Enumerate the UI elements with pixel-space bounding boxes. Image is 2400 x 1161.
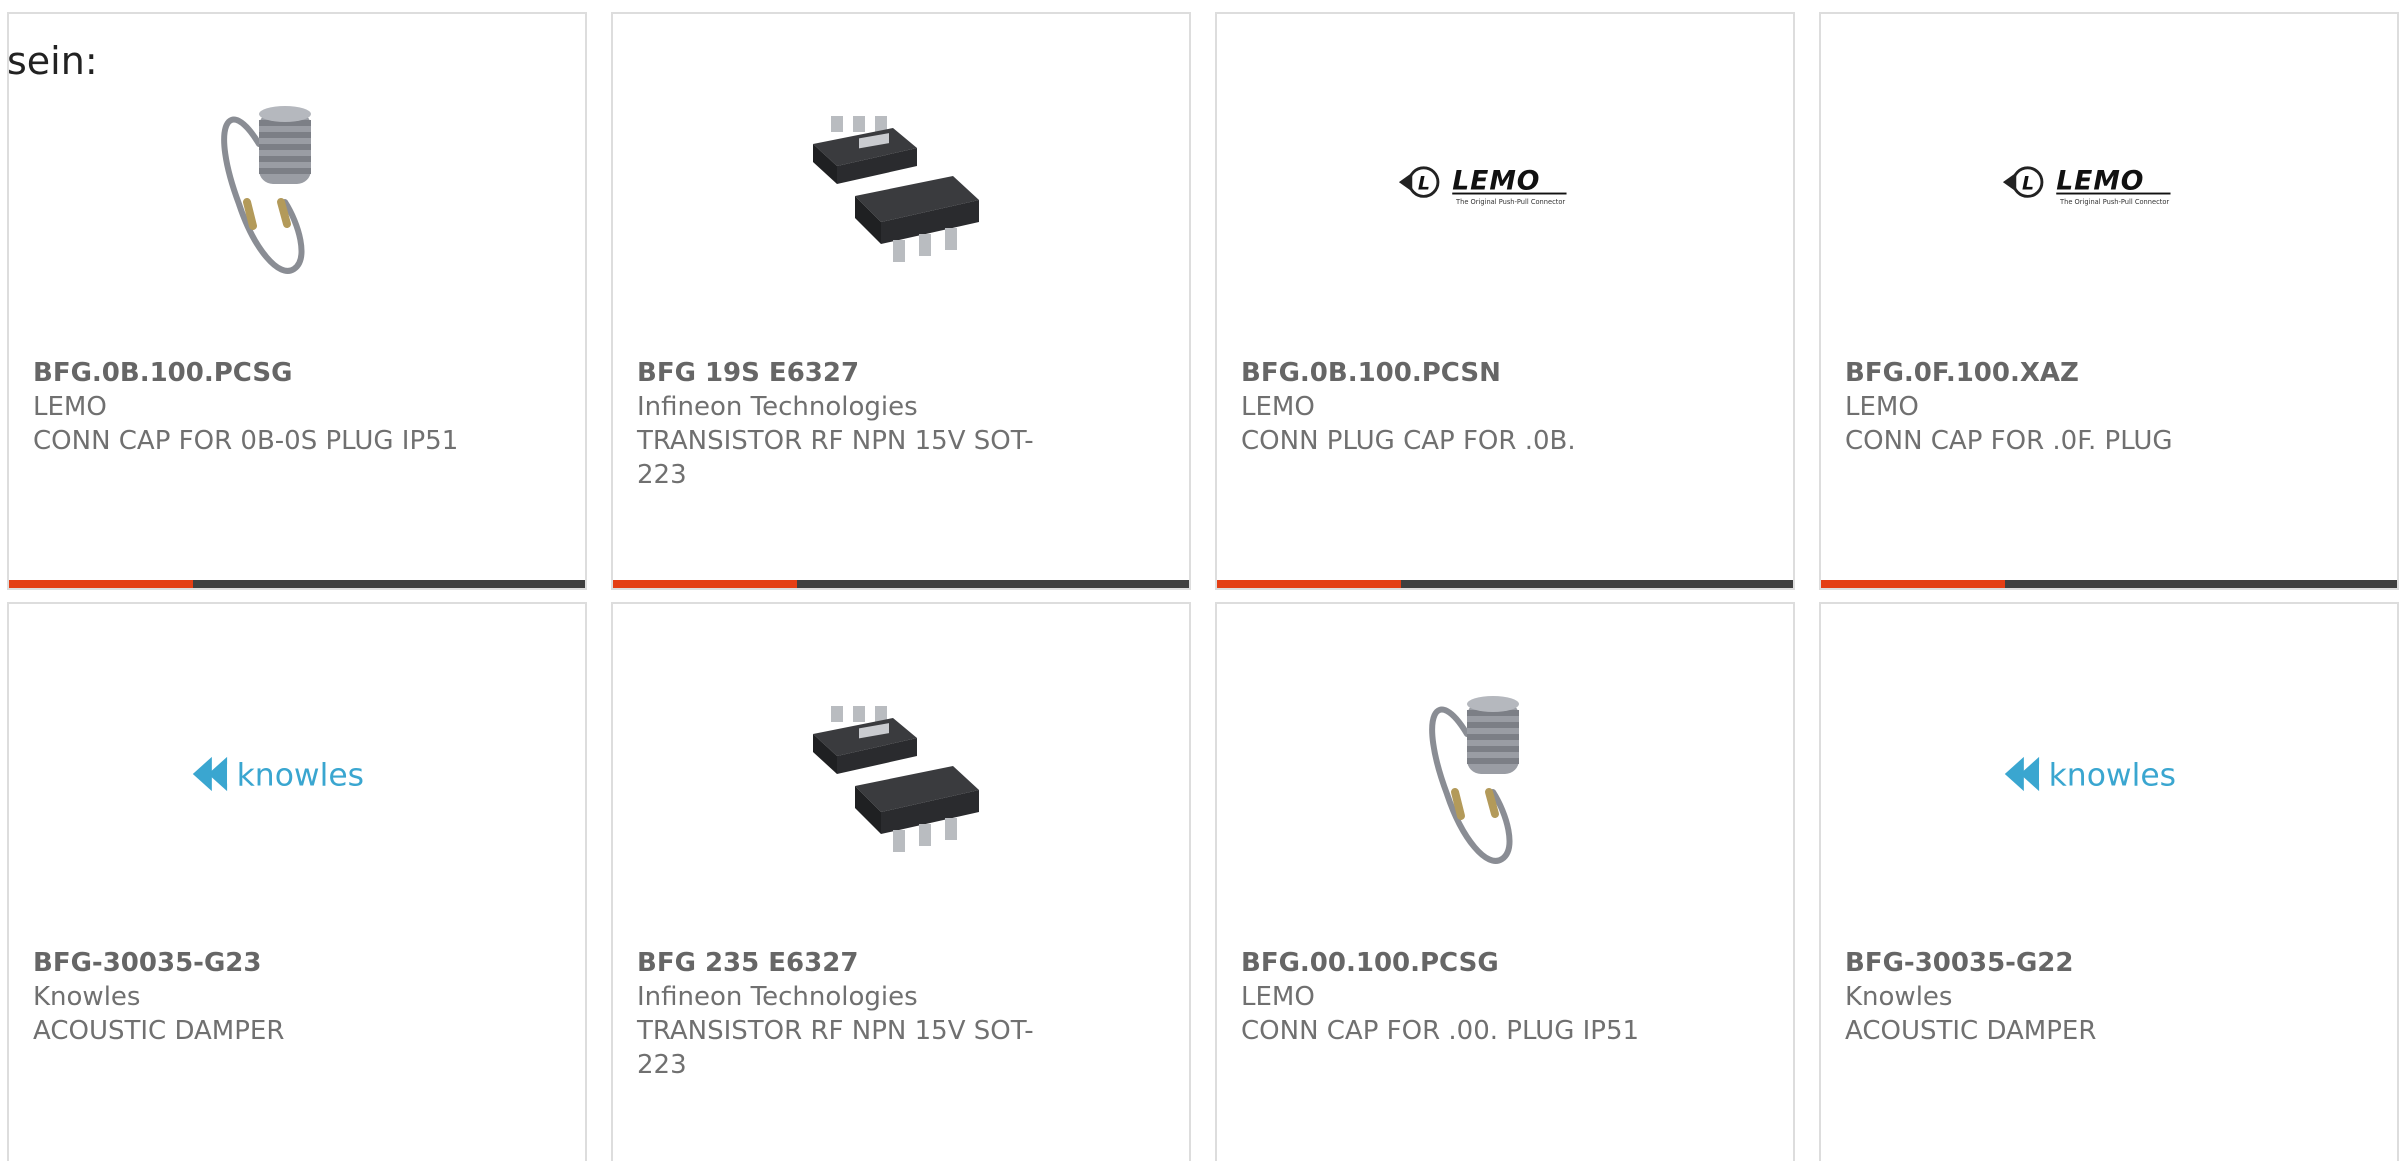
svg-text:LEMO: LEMO	[1452, 166, 1540, 197]
svg-text:The Original Push-Pull Connect: The Original Push-Pull Connector	[1455, 198, 1565, 206]
progress-bar	[1217, 580, 1793, 588]
product-info: BFG.0B.100.PCSG LEMO CONN CAP FOR 0B-0S PL…	[33, 356, 463, 458]
product-info: BFG.00.100.PCSG LEMO CONN CAP FOR .00. PLU…	[1241, 946, 1671, 1048]
description: ACOUSTIC DAMPER	[1845, 1016, 2097, 1046]
lemo-logo: L LEMO The Original Push-Pull Connector	[1397, 84, 1597, 284]
progress-fill	[1821, 580, 2006, 588]
description: CONN CAP FOR .0F. PLUG	[1845, 426, 2173, 456]
description: TRANSISTOR RF NPN 15V SOT-223	[637, 1016, 1034, 1080]
manufacturer: Infineon Technologies	[637, 392, 918, 422]
manufacturer: LEMO	[1241, 392, 1315, 422]
svg-text:LEMO: LEMO	[2056, 166, 2144, 197]
description: ACOUSTIC DAMPER	[33, 1016, 285, 1046]
product-card[interactable]: BFG.00.100.PCSG LEMO CONN CAP FOR .00. PLU…	[1215, 602, 1795, 1161]
product-grid: BFG.0B.100.PCSG LEMO CONN CAP FOR 0B-0S PL…	[7, 12, 2399, 1161]
progress-fill	[1217, 580, 1402, 588]
progress-fill	[613, 580, 798, 588]
manufacturer: Knowles	[1845, 982, 1953, 1012]
product-card[interactable]: BFG.0B.100.PCSG LEMO CONN CAP FOR 0B-0S PL…	[7, 12, 587, 590]
part-number[interactable]: BFG 235 E6327	[637, 946, 1067, 980]
connector-cap-cable-image	[1397, 674, 1597, 874]
manufacturer: Infineon Technologies	[637, 982, 918, 1012]
product-card[interactable]: L LEMO The Original Push-Pull Connector …	[1819, 12, 2399, 590]
intro-text: sein:	[7, 39, 98, 83]
svg-text:knowles: knowles	[2049, 757, 2176, 793]
product-card[interactable]: BFG 19S E6327 Infineon Technologies TRANSI…	[611, 12, 1191, 590]
knowles-logo: knowles	[2001, 674, 2201, 874]
description: TRANSISTOR RF NPN 15V SOT-223	[637, 426, 1034, 490]
product-card[interactable]: L LEMO The Original Push-Pull Connector …	[1215, 12, 1795, 590]
product-info: BFG.0F.100.XAZ LEMO CONN CAP FOR .0F. PLUG	[1845, 356, 2275, 458]
progress-bar	[613, 580, 1189, 588]
knowles-logo: knowles	[189, 674, 389, 874]
svg-text:knowles: knowles	[237, 757, 364, 793]
progress-fill	[9, 580, 194, 588]
product-card[interactable]: knowles BFG-30035-G23 Knowles ACOUSTIC DAM…	[7, 602, 587, 1161]
product-info: BFG-30035-G22 Knowles ACOUSTIC DAMPER	[1845, 946, 2275, 1048]
product-info: BFG.0B.100.PCSN LEMO CONN PLUG CAP FOR .0B…	[1241, 356, 1671, 458]
product-card[interactable]: knowles BFG-30035-G22 Knowles ACOUSTIC DAM…	[1819, 602, 2399, 1161]
manufacturer: LEMO	[1845, 392, 1919, 422]
svg-text:L: L	[1418, 173, 1430, 195]
lemo-logo: L LEMO The Original Push-Pull Connector	[2001, 84, 2201, 284]
svg-text:The Original Push-Pull Connect: The Original Push-Pull Connector	[2059, 198, 2169, 206]
product-card[interactable]: BFG 235 E6327 Infineon Technologies TRANSI…	[611, 602, 1191, 1161]
part-number[interactable]: BFG.0B.100.PCSG	[33, 356, 463, 390]
sot223-transistor-image	[793, 84, 993, 284]
description: CONN CAP FOR 0B-0S PLUG IP51	[33, 426, 459, 456]
part-number[interactable]: BFG.00.100.PCSG	[1241, 946, 1671, 980]
description: CONN PLUG CAP FOR .0B.	[1241, 426, 1576, 456]
manufacturer: LEMO	[33, 392, 107, 422]
description: CONN CAP FOR .00. PLUG IP51	[1241, 1016, 1640, 1046]
part-number[interactable]: BFG.0F.100.XAZ	[1845, 356, 2275, 390]
progress-bar	[1821, 580, 2397, 588]
product-info: BFG 235 E6327 Infineon Technologies TRANSI…	[637, 946, 1067, 1082]
progress-bar	[9, 580, 585, 588]
manufacturer: LEMO	[1241, 982, 1315, 1012]
sot223-transistor-image	[793, 674, 993, 874]
svg-text:L: L	[2022, 173, 2034, 195]
manufacturer: Knowles	[33, 982, 141, 1012]
product-results-page: sein: BFG.0B.100.PCSG LEMO CONN CAP FOR 0B…	[0, 0, 2400, 1161]
part-number[interactable]: BFG-30035-G23	[33, 946, 463, 980]
connector-cap-cable-image	[189, 84, 389, 284]
product-info: BFG 19S E6327 Infineon Technologies TRANSI…	[637, 356, 1067, 492]
product-info: BFG-30035-G23 Knowles ACOUSTIC DAMPER	[33, 946, 463, 1048]
part-number[interactable]: BFG 19S E6327	[637, 356, 1067, 390]
part-number[interactable]: BFG.0B.100.PCSN	[1241, 356, 1671, 390]
part-number[interactable]: BFG-30035-G22	[1845, 946, 2275, 980]
